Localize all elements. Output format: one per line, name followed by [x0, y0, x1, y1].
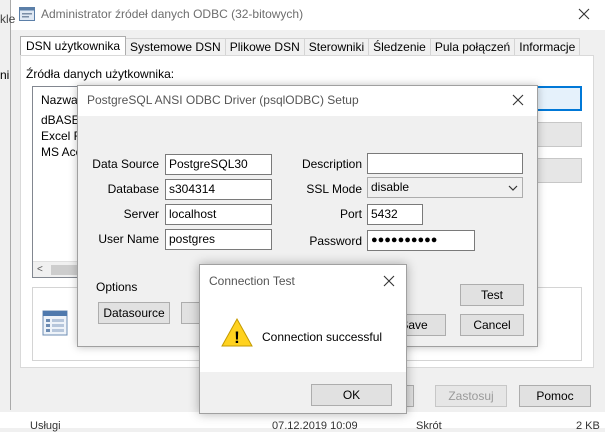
- list-item[interactable]: MS Acc: [41, 145, 82, 159]
- tab-label: Plikowe DSN: [229, 40, 300, 54]
- tab-label: Pula połączeń: [434, 40, 511, 54]
- ssl-mode-value: disable: [371, 180, 410, 194]
- password-label: Password: [309, 234, 362, 248]
- ssl-mode-select[interactable]: disable: [367, 177, 523, 198]
- setup-title: PostgreSQL ANSI ODBC Driver (psqlODBC) S…: [87, 93, 359, 107]
- apply-label: Zastosuj: [448, 389, 494, 403]
- connection-message: Connection successful: [262, 330, 383, 344]
- scroll-left-icon[interactable]: <: [37, 264, 43, 275]
- list-item[interactable]: dBASE: [41, 113, 80, 127]
- tab-about[interactable]: Informacje: [515, 38, 581, 56]
- tab-label: DSN użytkownika: [26, 39, 121, 53]
- datasource-label: Datasource: [103, 306, 165, 320]
- file-size: 2 KB: [576, 420, 600, 432]
- ok-label: OK: [342, 388, 361, 402]
- help-label: Pomoc: [536, 389, 574, 403]
- cancel-button[interactable]: Cancel: [460, 314, 524, 336]
- admin-tab-strip: DSN użytkownika Systemowe DSN Plikowe DS…: [20, 36, 581, 56]
- test-button[interactable]: Test: [460, 284, 524, 306]
- datasource-info-icon: [41, 308, 71, 338]
- database-label: Database: [107, 182, 159, 196]
- connection-test-dialog: Connection Test ! Connection successful …: [199, 264, 407, 414]
- database-input[interactable]: s304314: [165, 179, 272, 200]
- left-edge-text: kle: [0, 12, 16, 26]
- data-source-label: Data Source: [92, 157, 159, 171]
- admin-title: Administrator źródeł danych ODBC (32-bit…: [41, 7, 304, 21]
- user-name-input[interactable]: postgres: [165, 229, 272, 250]
- odbc-app-icon: [19, 7, 35, 21]
- server-label: Server: [123, 207, 159, 221]
- data-source-input[interactable]: PostgreSQL30: [165, 154, 272, 175]
- port-label: Port: [339, 207, 362, 221]
- connection-ok-button[interactable]: OK: [311, 384, 392, 406]
- file-name: Usługi: [30, 420, 61, 432]
- server-input[interactable]: localhost: [165, 204, 272, 225]
- tab-drivers[interactable]: Sterowniki: [304, 38, 370, 56]
- admin-close-icon[interactable]: [569, 2, 599, 26]
- password-input[interactable]: ●●●●●●●●●●: [367, 230, 475, 251]
- user-name-label: User Name: [98, 232, 159, 246]
- left-edge-text-2: ni: [0, 68, 10, 82]
- warning-icon: !: [221, 317, 253, 349]
- test-label: Test: [480, 288, 503, 302]
- tab-system-dsn[interactable]: Systemowe DSN: [126, 38, 226, 56]
- list-header-name[interactable]: Nazwa: [41, 93, 78, 107]
- tab-label: Systemowe DSN: [130, 40, 221, 54]
- chevron-down-icon: [508, 182, 518, 196]
- datasource-button[interactable]: Datasource: [98, 302, 170, 324]
- file-type: Skrót: [416, 420, 442, 432]
- setup-close-icon[interactable]: [503, 88, 533, 112]
- tab-tracing[interactable]: Śledzenie: [369, 38, 431, 56]
- tab-label: Informacje: [519, 40, 576, 54]
- options-label: Options: [96, 280, 138, 294]
- file-date: 07.12.2019 10:09: [272, 420, 358, 432]
- apply-button[interactable]: Zastosuj: [435, 385, 507, 407]
- description-input[interactable]: [367, 153, 523, 174]
- sources-label: Źródła danych użytkownika:: [26, 67, 175, 81]
- connection-test-titlebar: Connection Test: [200, 265, 406, 297]
- connection-test-close-icon[interactable]: [374, 269, 404, 293]
- port-input[interactable]: 5432: [367, 204, 423, 225]
- tab-connection-pool[interactable]: Pula połączeń: [430, 38, 516, 56]
- help-button[interactable]: Pomoc: [519, 385, 591, 407]
- cancel-label: Cancel: [473, 318, 511, 332]
- ssl-mode-label: SSL Mode: [306, 182, 362, 196]
- setup-titlebar: PostgreSQL ANSI ODBC Driver (psqlODBC) S…: [78, 86, 537, 116]
- message-area: ! Connection successful: [200, 297, 406, 372]
- tab-label: Sterowniki: [308, 40, 365, 54]
- tab-user-dsn[interactable]: DSN użytkownika: [20, 36, 127, 56]
- tab-label: Śledzenie: [373, 40, 426, 54]
- connection-test-title: Connection Test: [209, 274, 295, 288]
- background-file-row: Usługi 07.12.2019 10:09 Skrót 2 KB: [0, 412, 605, 432]
- admin-titlebar: Administrator źródeł danych ODBC (32-bit…: [11, 0, 605, 30]
- warning-glyph: !: [234, 328, 240, 347]
- tab-file-dsn[interactable]: Plikowe DSN: [225, 38, 305, 56]
- description-label: Description: [301, 157, 362, 171]
